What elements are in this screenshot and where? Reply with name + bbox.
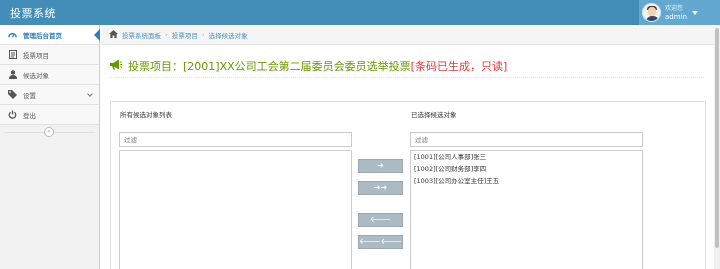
move-all-button[interactable]: ➔➔ <box>358 181 403 195</box>
sidebar-item-candidates[interactable]: 候选对象 <box>0 65 99 85</box>
breadcrumb-separator-icon: › <box>165 30 168 39</box>
sidebar-item-logout[interactable]: 登出 <box>0 105 99 125</box>
breadcrumb-item[interactable]: 投票项目 <box>172 30 198 40</box>
sidebar-item-label: 登出 <box>23 111 36 120</box>
app-title[interactable]: 投票系统 <box>10 5 56 21</box>
remove-selected-button[interactable]: 🡐 <box>358 213 403 227</box>
available-filter-input[interactable] <box>119 132 352 147</box>
list-item[interactable]: [1002][公司财务部]李四 <box>411 163 642 175</box>
top-navbar: 投票系统 欢迎您 admin <box>0 0 720 25</box>
sidebar-item-label: 候选对象 <box>23 71 49 80</box>
selected-candidates-list[interactable]: [1001][公司人事部]张三 [1002][公司财务部]李四 [1003][公… <box>410 150 643 269</box>
sidebar-item-projects[interactable]: 投票项目 <box>0 45 99 65</box>
page-scrollbar[interactable] <box>714 25 720 269</box>
breadcrumb-item[interactable]: 投票系统面板 <box>122 30 161 40</box>
breadcrumb: 投票系统面板 › 投票项目 › 选择候选对象 <box>101 25 720 45</box>
user-name: admin <box>665 12 687 21</box>
list-icon <box>8 50 17 59</box>
page-title-text: 投票项目：[2001]XX公司工会第二届委员会委员选举投票 <box>128 60 411 73</box>
available-candidates-list[interactable] <box>119 150 352 269</box>
collapse-sidebar-icon[interactable]: « <box>44 127 54 137</box>
title-divider <box>110 77 704 78</box>
bullhorn-icon <box>110 59 123 73</box>
sidebar-item-label: 管理后台首页 <box>23 31 62 40</box>
user-icon <box>8 70 17 79</box>
avatar <box>642 3 661 22</box>
sidebar-item-settings[interactable]: 设置 <box>0 85 99 105</box>
list-item[interactable]: [1001][公司人事部]张三 <box>411 151 642 163</box>
user-info: 欢迎您 admin <box>665 5 687 21</box>
page-title: 投票项目：[2001]XX公司工会第二届委员会委员选举投票 [条码已生成，只读] <box>110 58 507 74</box>
breadcrumb-separator-icon: › <box>201 30 205 39</box>
readonly-status: [条码已生成，只读] <box>410 60 508 73</box>
selected-list-label: 已选择候选对象 <box>411 111 457 119</box>
caret-down-icon <box>691 10 698 15</box>
breadcrumb-item[interactable]: 选择候选对象 <box>209 30 248 40</box>
tag-icon <box>8 90 17 99</box>
dashboard-icon <box>8 30 17 39</box>
power-icon <box>8 110 17 119</box>
scrollbar-thumb[interactable] <box>715 28 719 248</box>
sidebar-collapse-row: « <box>0 125 99 139</box>
chevron-down-icon <box>87 91 93 97</box>
move-selected-button[interactable]: ➔ <box>358 159 403 173</box>
sidebar-item-label: 设置 <box>23 91 36 100</box>
available-list-label: 所有候选对象列表 <box>120 111 172 119</box>
sidebar-item-dashboard[interactable]: 管理后台首页 <box>0 25 100 45</box>
user-greeting: 欢迎您 <box>665 4 684 12</box>
remove-all-button[interactable]: 🡐🡐 <box>358 235 403 249</box>
selected-filter-input[interactable] <box>410 132 643 147</box>
sidebar-item-label: 投票项目 <box>23 51 49 60</box>
home-icon <box>109 29 118 40</box>
user-menu[interactable]: 欢迎您 admin <box>639 0 720 25</box>
list-item[interactable]: [1003][公司办公室主任]王五 <box>411 175 642 187</box>
sidebar: 管理后台首页 投票项目 候选对象 设置 登出 « <box>0 25 100 269</box>
